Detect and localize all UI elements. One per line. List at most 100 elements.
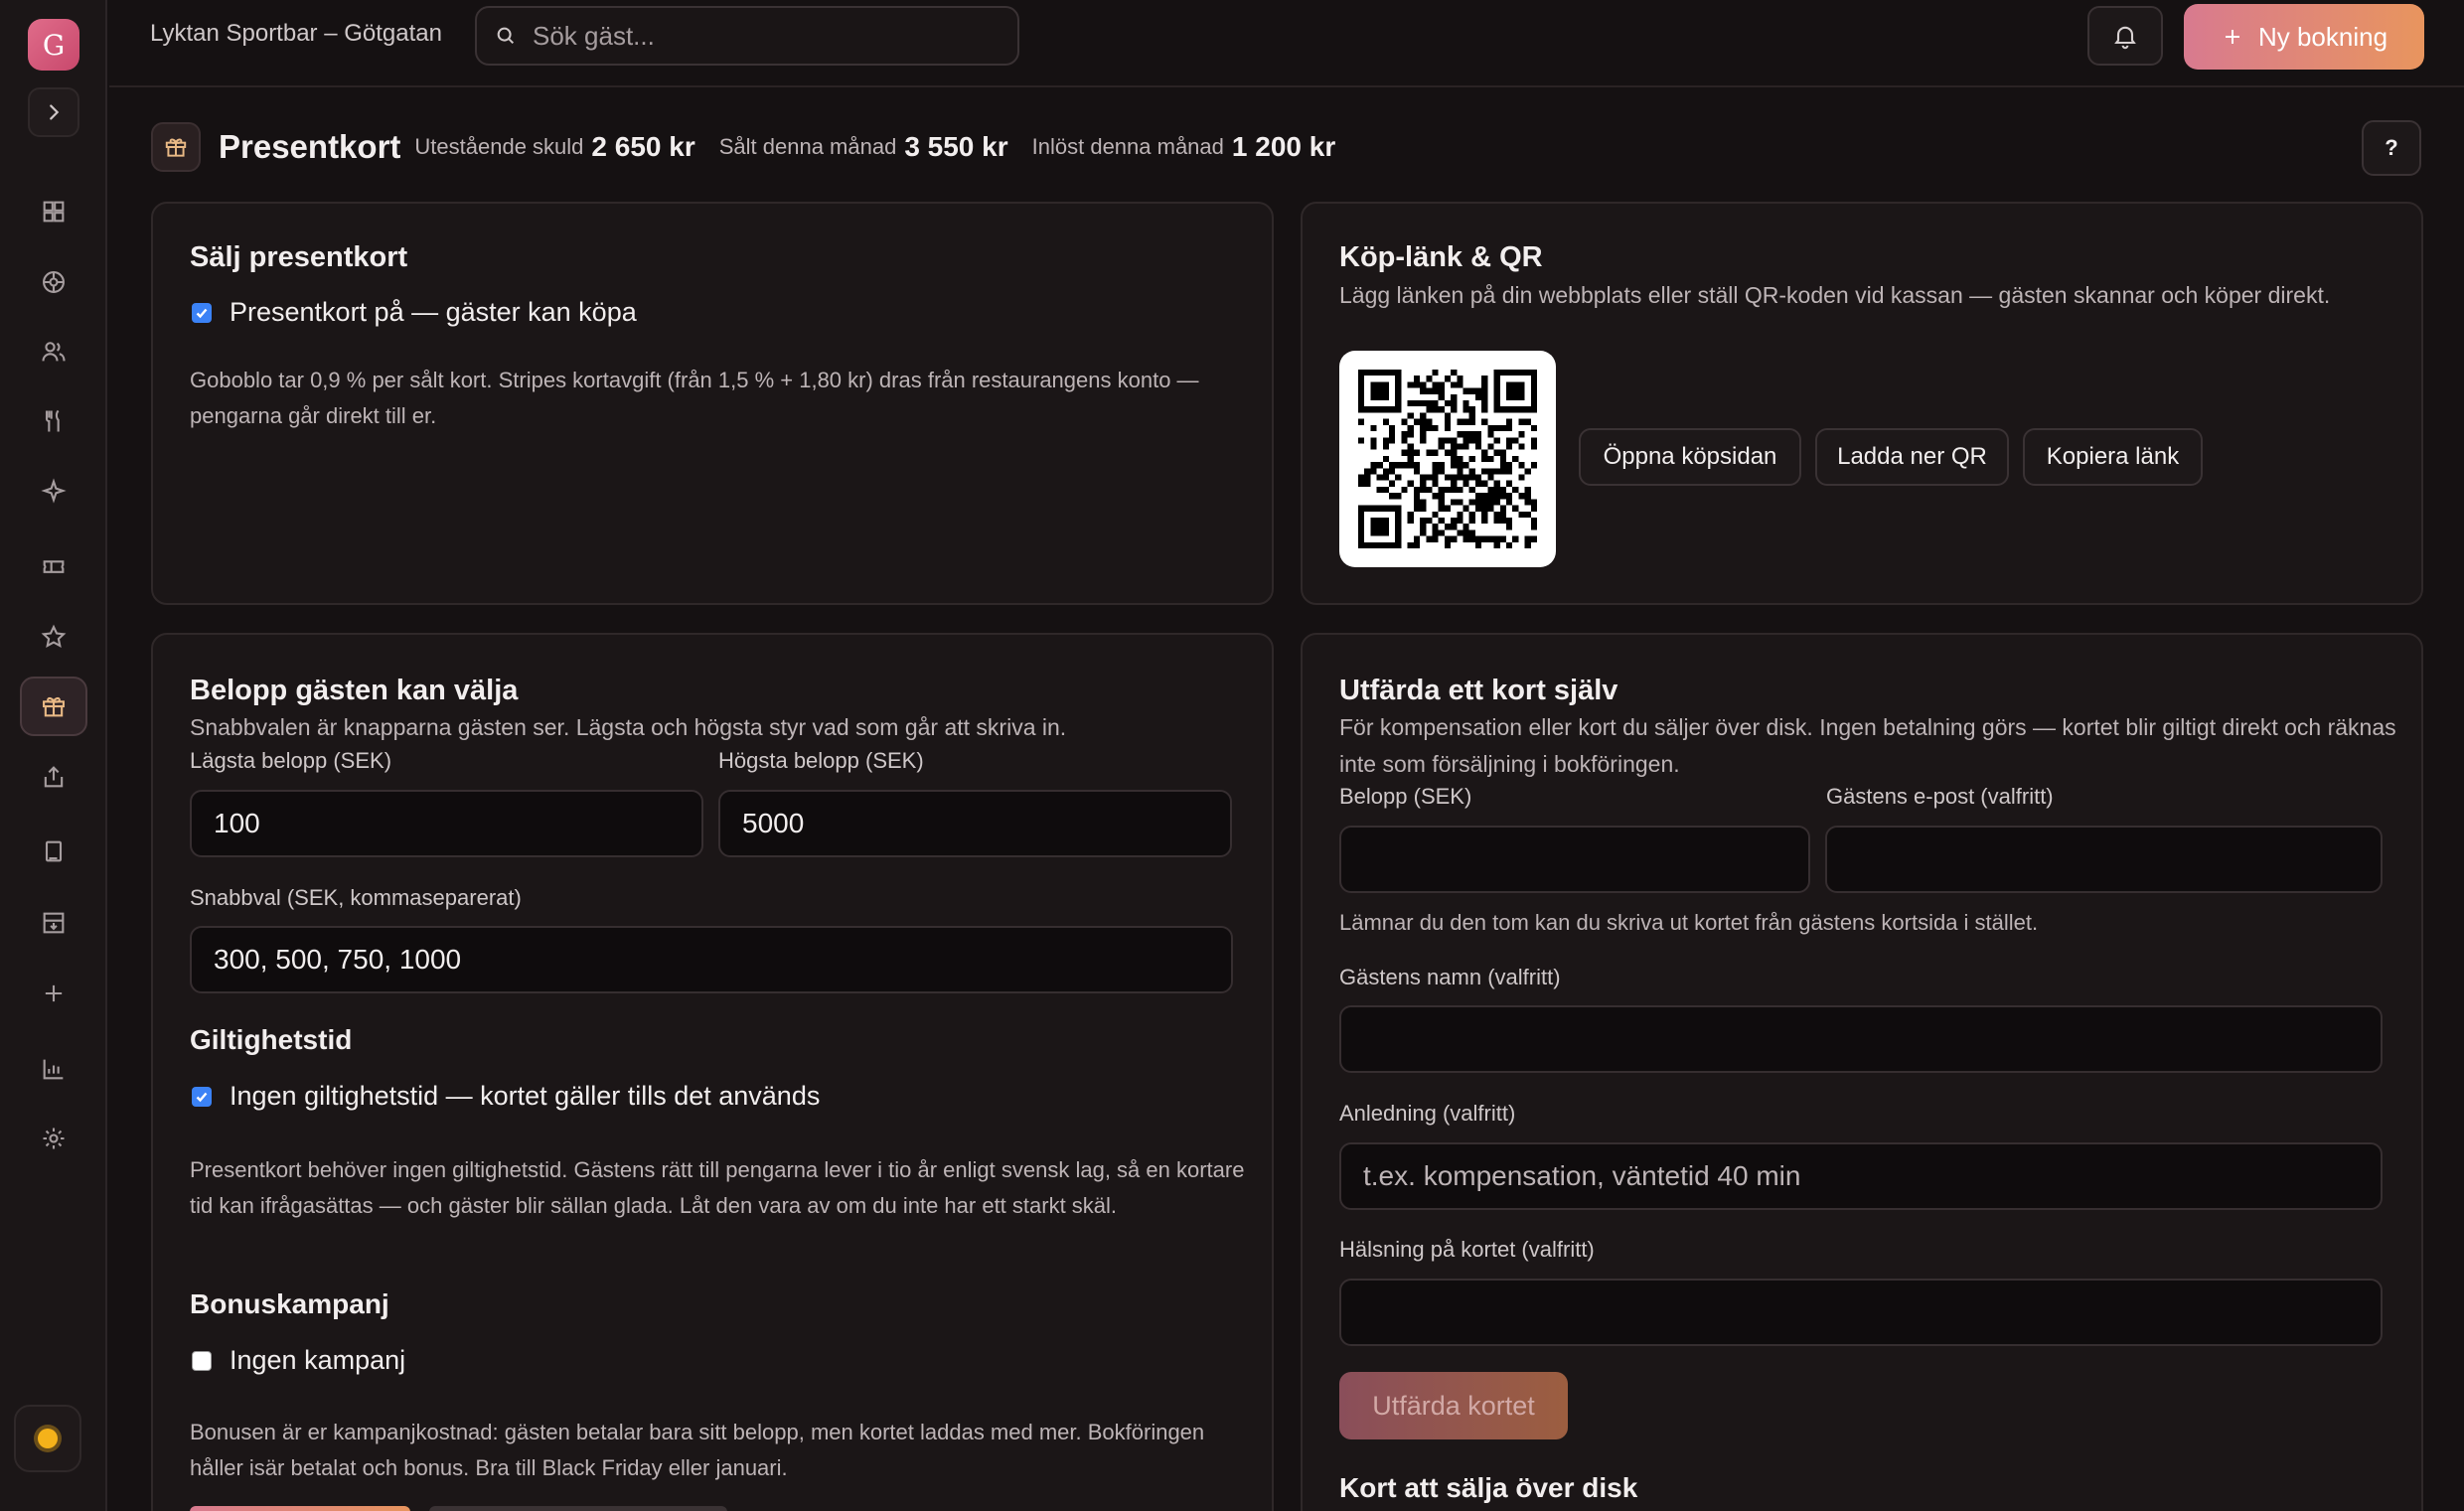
- gift-cards-enabled-label: Presentkort på — gäster kan köpa: [230, 297, 637, 327]
- issue-card-subtitle: För kompensation eller kort du säljer öv…: [1339, 714, 2396, 777]
- gift-icon: [151, 122, 201, 172]
- no-expiry-toggle[interactable]: Ingen giltighetstid — kortet gäller till…: [192, 1081, 820, 1112]
- nav-archive[interactable]: [20, 893, 87, 953]
- validity-info-text: Presentkort behöver ingen giltighetstid.…: [190, 1157, 1245, 1218]
- gift-icon: [43, 696, 65, 717]
- sun-icon: [38, 1429, 58, 1448]
- floor-plan-icon: [43, 271, 65, 293]
- min-amount-input[interactable]: [190, 790, 703, 857]
- nav-guests[interactable]: [20, 322, 87, 381]
- nav-dashboard[interactable]: [20, 182, 87, 241]
- search-icon: [497, 27, 515, 45]
- issue-card-title: Utfärda ett kort själv: [1339, 675, 1618, 706]
- amounts-card-title: Belopp gästen kan välja: [190, 675, 519, 706]
- bonus-title: Bonuskampanj: [190, 1288, 389, 1319]
- topbar: Lyktan Sportbar – Götgatan Ny bokning: [109, 0, 2464, 87]
- sparkle-icon: [41, 478, 67, 504]
- plus-icon: [2225, 30, 2239, 44]
- archive-icon: [43, 912, 65, 934]
- checkbox-checked[interactable]: [192, 1086, 212, 1107]
- guest-name-input[interactable]: [1339, 1005, 2383, 1073]
- fee-info-text: Goboblo tar 0,9 % per sålt kort. Stripes…: [190, 368, 1199, 428]
- issue-card-button[interactable]: Utfärda kortet: [1339, 1372, 1568, 1439]
- page-title: Presentkort: [219, 128, 401, 165]
- menu-icon: [45, 409, 60, 432]
- max-amount-input[interactable]: [718, 790, 1232, 857]
- greeting-label: Hälsning på kortet (valfritt): [1339, 1237, 1595, 1262]
- email-input[interactable]: [1825, 826, 2383, 893]
- chevron-right-icon: [50, 104, 60, 120]
- sidebar: G: [0, 0, 107, 1511]
- quick-amounts-input[interactable]: [190, 926, 1233, 993]
- save-button-edge[interactable]: [190, 1506, 410, 1511]
- no-campaign-label: Ingen kampanj: [230, 1345, 406, 1375]
- book-icon: [45, 840, 63, 862]
- email-hint: Lämnar du den tom kan du skriva ut korte…: [1339, 910, 2039, 935]
- search-box[interactable]: [475, 6, 1019, 66]
- stat-value-outstanding: 2 650 kr: [591, 131, 695, 162]
- counter-cards-title: Kort att sälja över disk: [1339, 1472, 1638, 1503]
- amounts-card-subtitle: Snabbvalen är knapparna gästen ser. Lägs…: [190, 714, 1067, 740]
- stat-label-outstanding: Utestående skuld: [414, 134, 584, 159]
- plus-icon: [45, 984, 63, 1002]
- stat-label-sold: Sålt denna månad: [718, 134, 897, 159]
- greeting-input[interactable]: [1339, 1279, 2383, 1346]
- page-header: Presentkort Utestående skuld 2 650 kr Så…: [151, 121, 1349, 173]
- max-amount-label: Högsta belopp (SEK): [718, 748, 924, 773]
- quick-amounts-label: Snabbval (SEK, kommaseparerat): [190, 885, 522, 910]
- email-label: Gästens e-post (valfritt): [1826, 784, 2054, 809]
- qr-code: [1339, 351, 1556, 567]
- sell-card-title: Sälj presentkort: [190, 241, 408, 273]
- guests-icon: [42, 342, 66, 362]
- stat-value-redeemed: 1 200 kr: [1231, 131, 1336, 162]
- venue-name: Lyktan Sportbar – Götgatan: [150, 20, 442, 47]
- star-icon: [41, 624, 67, 648]
- app-logo[interactable]: G: [28, 19, 79, 71]
- bonus-info-text: Bonusen är er kampanjkostnad: gästen bet…: [190, 1420, 1205, 1480]
- copy-link-button[interactable]: Kopiera länk: [2023, 428, 2203, 486]
- no-expiry-label: Ingen giltighetstid — kortet gäller till…: [230, 1081, 821, 1111]
- amount-label: Belopp (SEK): [1339, 784, 1472, 809]
- stat-label-redeemed: Inlöst denna månad: [1031, 134, 1224, 159]
- no-campaign-toggle[interactable]: Ingen kampanj: [192, 1345, 405, 1376]
- nav-floor-plan[interactable]: [20, 252, 87, 312]
- theme-toggle-button[interactable]: [14, 1405, 81, 1472]
- notifications-button[interactable]: [2087, 6, 2163, 66]
- dashboard-icon: [43, 201, 65, 223]
- bell-icon: [2114, 26, 2136, 50]
- min-amount-label: Lägsta belopp (SEK): [190, 748, 392, 773]
- share-icon: [44, 766, 64, 788]
- checkbox-checked[interactable]: [192, 302, 212, 323]
- nav-reports[interactable]: [20, 1039, 87, 1099]
- nav-book[interactable]: [20, 822, 87, 881]
- nav-menu[interactable]: [20, 391, 87, 451]
- nav-gift-cards[interactable]: [20, 677, 87, 736]
- search-input[interactable]: [533, 20, 990, 52]
- download-qr-button[interactable]: Ladda ner QR: [1815, 428, 2009, 486]
- expand-sidebar-button[interactable]: [28, 87, 79, 137]
- secondary-button-edge[interactable]: [429, 1506, 727, 1511]
- chart-icon: [43, 1059, 64, 1080]
- guest-name-label: Gästens namn (valfritt): [1339, 965, 1561, 989]
- nav-share[interactable]: [20, 747, 87, 807]
- amount-input[interactable]: [1339, 826, 1810, 893]
- gift-cards-enabled-toggle[interactable]: Presentkort på — gäster kan köpa: [192, 297, 637, 328]
- ticket-icon: [43, 560, 65, 573]
- sell-gift-cards-card: Sälj presentkort Presentkort på — gäster…: [151, 202, 1274, 605]
- reason-input[interactable]: [1339, 1142, 2383, 1210]
- validity-title: Giltighetstid: [190, 1024, 353, 1055]
- nav-sparkle[interactable]: [20, 461, 87, 521]
- link-card-title: Köp-länk & QR: [1339, 241, 1543, 273]
- checkbox-unchecked[interactable]: [192, 1350, 212, 1371]
- nav-settings[interactable]: [20, 1109, 87, 1168]
- nav-reviews[interactable]: [20, 607, 87, 667]
- qr-code-image: [1358, 370, 1537, 548]
- nav-add[interactable]: [20, 964, 87, 1023]
- open-purchase-page-button[interactable]: Öppna köpsidan: [1579, 428, 1801, 486]
- new-booking-button[interactable]: Ny bokning: [2184, 4, 2424, 70]
- stat-value-sold: 3 550 kr: [904, 131, 1008, 162]
- link-card-subtitle: Lägg länken på din webbplats eller ställ…: [1339, 282, 2331, 308]
- nav-ticket[interactable]: [20, 536, 87, 596]
- help-button[interactable]: ?: [2362, 120, 2421, 176]
- reason-label: Anledning (valfritt): [1339, 1101, 1516, 1126]
